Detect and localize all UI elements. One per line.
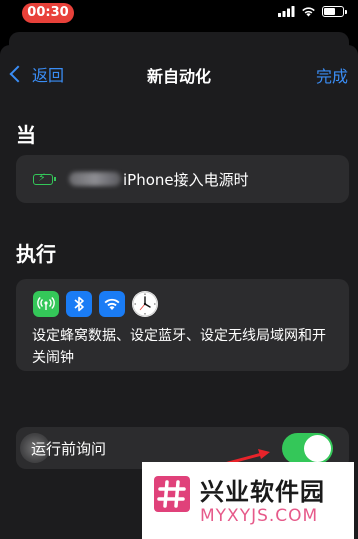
clock-icon bbox=[132, 291, 158, 317]
done-button[interactable]: 完成 bbox=[316, 63, 348, 87]
trigger-card[interactable]: ⚡ iPhone接入电源时 bbox=[16, 155, 349, 203]
status-time: 00:30 bbox=[22, 3, 74, 23]
screen: 00:30 返回 新自动化 完成 当 ⚡ iPhone接入电源时 执行 设定蜂窝… bbox=[0, 0, 358, 539]
watermark-url: MYXYJS.COM bbox=[200, 506, 319, 526]
watermark-title: 兴业软件园 bbox=[200, 478, 325, 506]
wifi-setting-icon bbox=[99, 291, 125, 317]
toggle-knob bbox=[304, 435, 331, 462]
ask-before-running-toggle[interactable] bbox=[282, 433, 333, 464]
action-section-header: 执行 bbox=[16, 242, 56, 266]
action-icons bbox=[33, 291, 158, 317]
page-title: 新自动化 bbox=[146, 67, 211, 86]
action-description: 设定蜂窝数据、设定蓝牙、设定无线局域网和开关闹钟 bbox=[32, 328, 326, 366]
status-bar: 00:30 bbox=[0, 0, 358, 30]
action-card[interactable]: 设定蜂窝数据、设定蓝牙、设定无线局域网和开关闹钟 bbox=[16, 279, 349, 371]
watermark-logo-icon bbox=[154, 476, 190, 512]
watermark: 兴业软件园 MYXYJS.COM bbox=[142, 462, 354, 539]
navigation-bar: 返回 新自动化 完成 bbox=[0, 45, 358, 101]
status-icons bbox=[278, 6, 347, 17]
wifi-icon bbox=[302, 7, 315, 17]
touch-indicator bbox=[20, 433, 50, 463]
cellular-data-icon bbox=[33, 291, 59, 317]
redacted-device-name bbox=[69, 172, 121, 186]
trigger-section-header: 当 bbox=[16, 123, 36, 147]
trigger-text: iPhone接入电源时 bbox=[123, 170, 249, 189]
bluetooth-icon bbox=[66, 291, 92, 317]
battery-icon bbox=[322, 6, 347, 17]
signal-icon bbox=[278, 6, 295, 17]
charging-battery-icon: ⚡ bbox=[33, 172, 56, 185]
